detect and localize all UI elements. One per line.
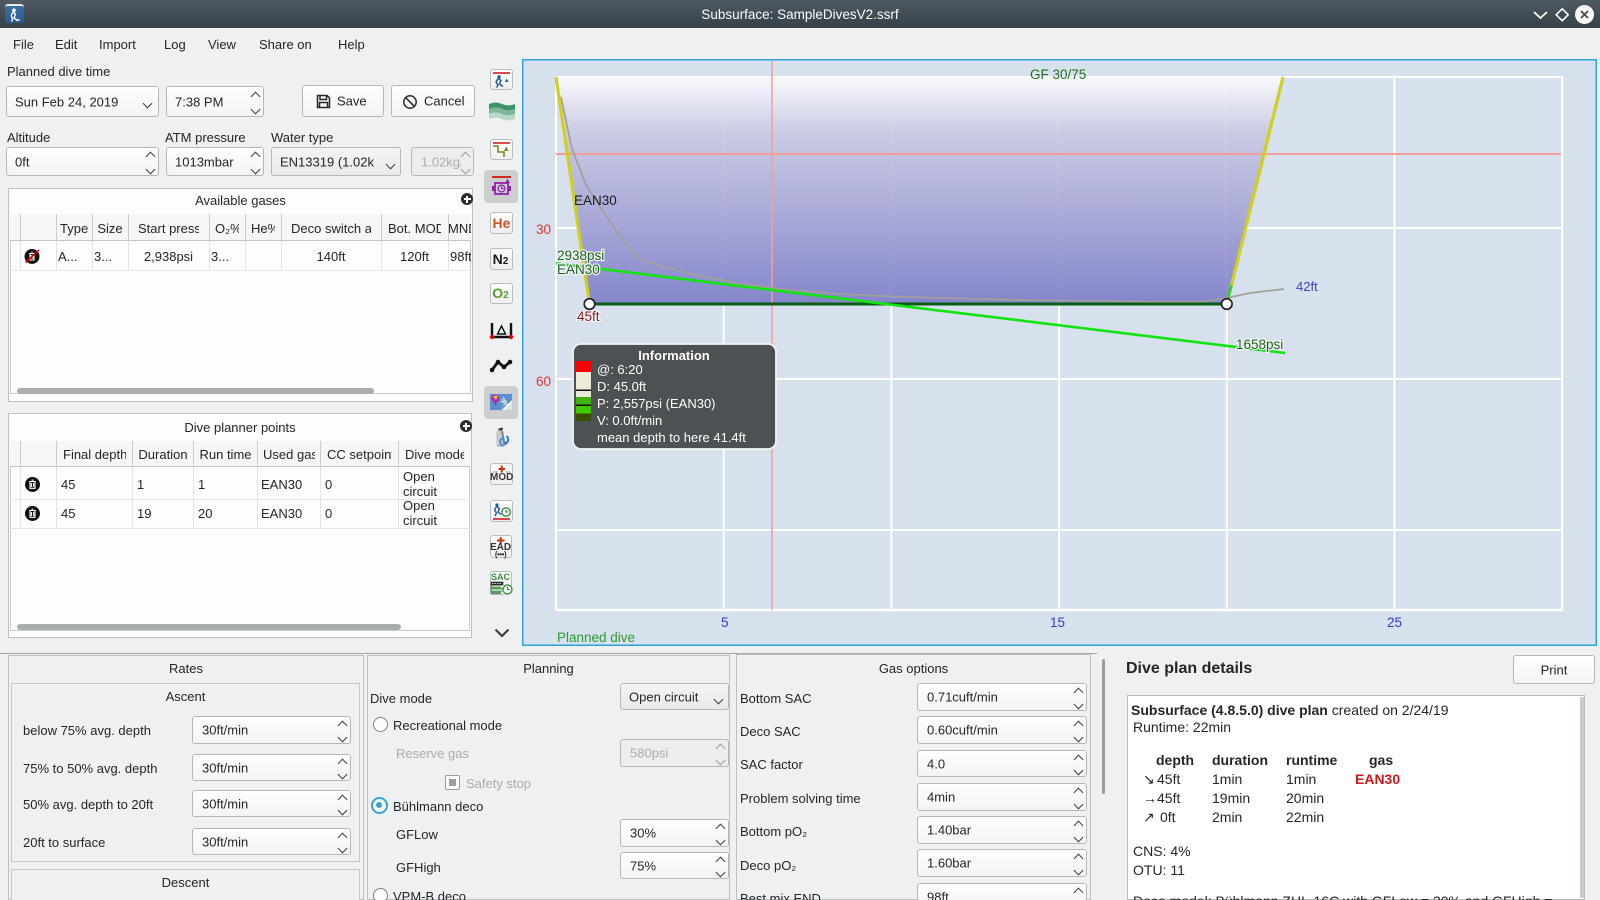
svg-text:5: 5: [721, 615, 729, 630]
svg-text:1658psi: 1658psi: [1236, 337, 1283, 352]
svg-text:EAN30: EAN30: [557, 262, 600, 277]
svg-text:25: 25: [1387, 615, 1402, 630]
svg-text:Planned dive: Planned dive: [557, 630, 635, 645]
svg-text:15: 15: [1050, 615, 1065, 630]
svg-text:D: 45.0ft: D: 45.0ft: [597, 379, 647, 394]
svg-text:45ft: 45ft: [577, 309, 600, 324]
svg-text:60: 60: [536, 374, 551, 389]
svg-text:P: 2,557psi (EAN30): P: 2,557psi (EAN30): [597, 396, 716, 411]
svg-text:30: 30: [536, 222, 551, 237]
svg-text:@: 6:20: @: 6:20: [597, 362, 643, 377]
svg-text:V: 0.0ft/min: V: 0.0ft/min: [597, 413, 662, 428]
svg-text:Information: Information: [638, 348, 710, 363]
svg-text:EAN30: EAN30: [574, 193, 617, 208]
svg-text:GF 30/75: GF 30/75: [1030, 67, 1086, 82]
svg-text:42ft: 42ft: [1296, 279, 1318, 294]
svg-text:2938psi: 2938psi: [557, 248, 604, 263]
svg-text:mean depth to here 41.4ft: mean depth to here 41.4ft: [597, 430, 746, 445]
